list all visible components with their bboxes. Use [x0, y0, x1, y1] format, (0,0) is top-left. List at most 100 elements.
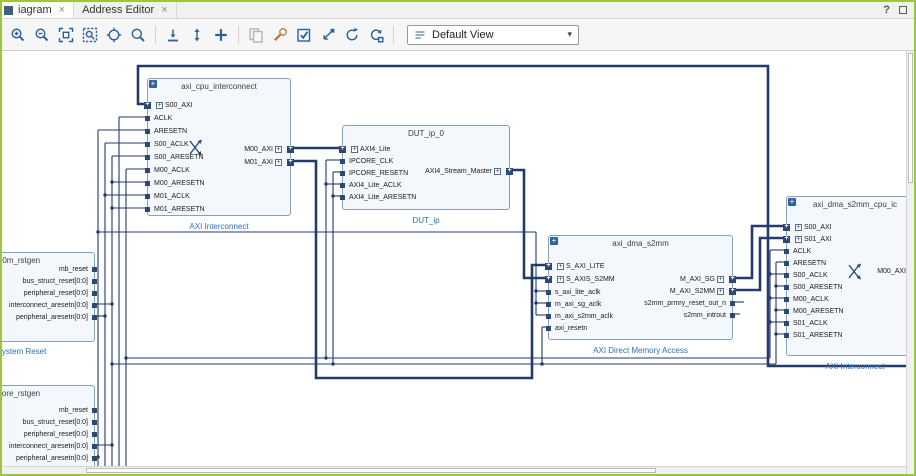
pin[interactable]: [92, 420, 97, 425]
add-ip-icon[interactable]: [209, 23, 233, 47]
expand-interface-icon[interactable]: +: [557, 276, 564, 283]
expand-levels-icon[interactable]: [185, 23, 209, 47]
port-left[interactable]: IPCORE_CLK: [349, 156, 393, 166]
port-right[interactable]: peripheral_reset[0:0]: [24, 288, 88, 298]
bus-pin[interactable]: +: [545, 276, 552, 283]
pin[interactable]: [730, 313, 735, 318]
pin[interactable]: [92, 279, 97, 284]
pin[interactable]: [145, 194, 150, 199]
tab-diagram[interactable]: iagram ×: [2, 2, 74, 18]
port-left[interactable]: +S_AXIS_S2MM: [555, 274, 615, 284]
block-axi_dma_s2mm[interactable]: axi_dma_s2mm+++S_AXI_LITE++S_AXIS_S2MMs_…: [548, 235, 733, 340]
expand-interface-icon[interactable]: +: [275, 146, 282, 153]
vertical-scrollbar[interactable]: [906, 51, 914, 474]
zoom-out-icon[interactable]: [30, 23, 54, 47]
port-right[interactable]: mb_reset: [59, 264, 88, 274]
pin[interactable]: [145, 142, 150, 147]
expand-block-icon[interactable]: +: [788, 198, 796, 206]
zoom-in-icon[interactable]: [6, 23, 30, 47]
pin[interactable]: [340, 183, 345, 188]
validate-design-icon[interactable]: [292, 23, 316, 47]
pin[interactable]: [145, 116, 150, 121]
pin[interactable]: [784, 297, 789, 302]
block-axi_dma_s2mm_cpu_ic[interactable]: axi_dma_s2mm_cpu_ic+++S00_AXI++S01_AXIAC…: [786, 196, 906, 356]
pin[interactable]: [92, 456, 97, 461]
port-left[interactable]: m_axi_s2mm_aclk: [555, 311, 613, 321]
pin[interactable]: [784, 309, 789, 314]
bus-pin[interactable]: +: [339, 146, 346, 153]
vertical-scrollbar-thumb[interactable]: [908, 53, 913, 183]
horizontal-scrollbar[interactable]: [2, 466, 906, 474]
pin[interactable]: [92, 444, 97, 449]
port-left[interactable]: M01_ACLK: [154, 191, 190, 201]
port-left[interactable]: S00_ACLK: [793, 270, 828, 280]
pin[interactable]: [730, 301, 735, 306]
port-left[interactable]: s_axi_lite_aclk: [555, 287, 601, 297]
port-left[interactable]: S00_ARESETN: [793, 282, 842, 292]
close-icon[interactable]: ×: [59, 4, 65, 16]
port-right[interactable]: peripheral_aresetn[0:0]: [16, 453, 88, 463]
pin[interactable]: [784, 249, 789, 254]
port-left[interactable]: axi_resetn: [555, 323, 587, 333]
port-left[interactable]: +S00_AXI: [154, 100, 193, 110]
tab-address-editor[interactable]: Address Editor ×: [74, 2, 177, 18]
expand-interface-icon[interactable]: +: [795, 236, 802, 243]
search-icon[interactable]: [126, 23, 150, 47]
autofit-icon[interactable]: [102, 23, 126, 47]
pin[interactable]: [546, 290, 551, 295]
pin[interactable]: [92, 291, 97, 296]
port-right[interactable]: bus_struct_reset[0:0]: [23, 417, 88, 427]
port-left[interactable]: S01_ARESETN: [793, 330, 842, 340]
port-left[interactable]: S00_ACLK: [154, 139, 189, 149]
port-left[interactable]: S00_ARESETN: [154, 152, 203, 162]
port-left[interactable]: M00_ACLK: [154, 165, 190, 175]
pin[interactable]: [784, 285, 789, 290]
pin[interactable]: [784, 333, 789, 338]
pin[interactable]: [92, 432, 97, 437]
pin[interactable]: [145, 168, 150, 173]
horizontal-scrollbar-thumb[interactable]: [86, 468, 656, 473]
port-left[interactable]: ARESETN: [793, 258, 826, 268]
pin[interactable]: [145, 181, 150, 186]
refresh-modules-icon[interactable]: [364, 23, 388, 47]
bus-pin[interactable]: +: [729, 288, 736, 295]
port-left[interactable]: M01_ARESETN: [154, 204, 205, 214]
bus-pin[interactable]: +: [287, 146, 294, 153]
expand-block-icon[interactable]: +: [149, 80, 157, 88]
bus-pin[interactable]: +: [545, 263, 552, 270]
maximize-icon[interactable]: [899, 6, 907, 14]
port-left[interactable]: ACLK: [154, 113, 172, 123]
pin[interactable]: [92, 303, 97, 308]
port-left[interactable]: +AXI4_Lite: [349, 144, 390, 154]
port-right[interactable]: M00_AXI+: [244, 144, 284, 154]
port-right[interactable]: peripheral_aresetn[0:0]: [16, 312, 88, 322]
port-right[interactable]: mb_reset: [59, 405, 88, 415]
expand-interface-icon[interactable]: +: [351, 146, 358, 153]
bus-pin[interactable]: +: [287, 159, 294, 166]
bus-pin[interactable]: +: [506, 168, 513, 175]
diagram-canvas[interactable]: axi_cpu_interconnect+++S00_AXIACLKARESET…: [2, 51, 906, 466]
pin[interactable]: [92, 408, 97, 413]
port-right[interactable]: M_AXI_S2MM+: [670, 286, 726, 296]
pin[interactable]: [546, 314, 551, 319]
bus-pin[interactable]: +: [729, 276, 736, 283]
port-left[interactable]: +S01_AXI: [793, 234, 832, 244]
block-DUT_ip_0[interactable]: DUT_ip_0++AXI4_LiteIPCORE_CLKIPCORE_RESE…: [342, 125, 510, 210]
collapse-levels-icon[interactable]: [161, 23, 185, 47]
regenerate-layout-icon[interactable]: [340, 23, 364, 47]
port-right[interactable]: M_AXI_SG+: [680, 274, 726, 284]
pin[interactable]: [92, 267, 97, 272]
port-left[interactable]: ARESETN: [154, 126, 187, 136]
port-right[interactable]: peripheral_reset[0:0]: [24, 429, 88, 439]
port-right[interactable]: s2mm_introut: [684, 310, 726, 320]
port-left[interactable]: M00_ARESETN: [154, 178, 205, 188]
bus-connection-wire[interactable]: [733, 238, 786, 290]
bus-pin[interactable]: +: [783, 236, 790, 243]
make-external-icon[interactable]: [316, 23, 340, 47]
pin[interactable]: [145, 207, 150, 212]
port-left[interactable]: ACLK: [793, 246, 811, 256]
expand-interface-icon[interactable]: +: [795, 224, 802, 231]
pin[interactable]: [145, 129, 150, 134]
expand-interface-icon[interactable]: +: [557, 263, 564, 270]
port-left[interactable]: S01_ACLK: [793, 318, 828, 328]
